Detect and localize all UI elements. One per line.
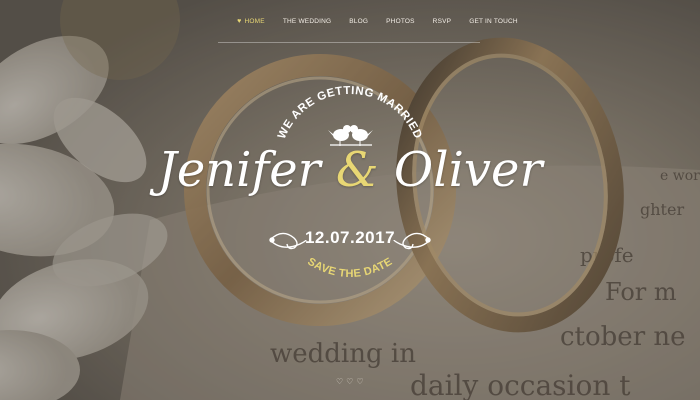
couple-names: Jenifer & Oliver [0, 142, 700, 198]
headline-graphics: WE ARE GETTING MARRIED SAVE THE DATE [269, 85, 431, 280]
slider-dot-2-heart-outline-icon[interactable]: ♡ [346, 377, 353, 386]
tagline-text: WE ARE GETTING MARRIED [276, 85, 424, 141]
save-the-date-text: SAVE THE DATE [305, 256, 394, 280]
bride-name: Jenifer [157, 142, 321, 198]
hero-content: WE ARE GETTING MARRIED SAVE THE DATE Jen… [0, 0, 700, 400]
groom-name: Oliver [393, 142, 543, 198]
slider-dot-1-heart-outline-icon[interactable]: ♡ [336, 377, 343, 386]
slider-dots: ♡ ♡ ♡ [336, 377, 364, 386]
date-row: 12.07.2017 [0, 228, 700, 248]
wedding-date: 12.07.2017 [304, 228, 396, 247]
ampersand: & [335, 142, 379, 198]
slider-dot-3-heart-outline-icon[interactable]: ♡ [356, 377, 363, 386]
hero-section: wedding in daily occasion t ctober ne Fo… [0, 0, 700, 400]
